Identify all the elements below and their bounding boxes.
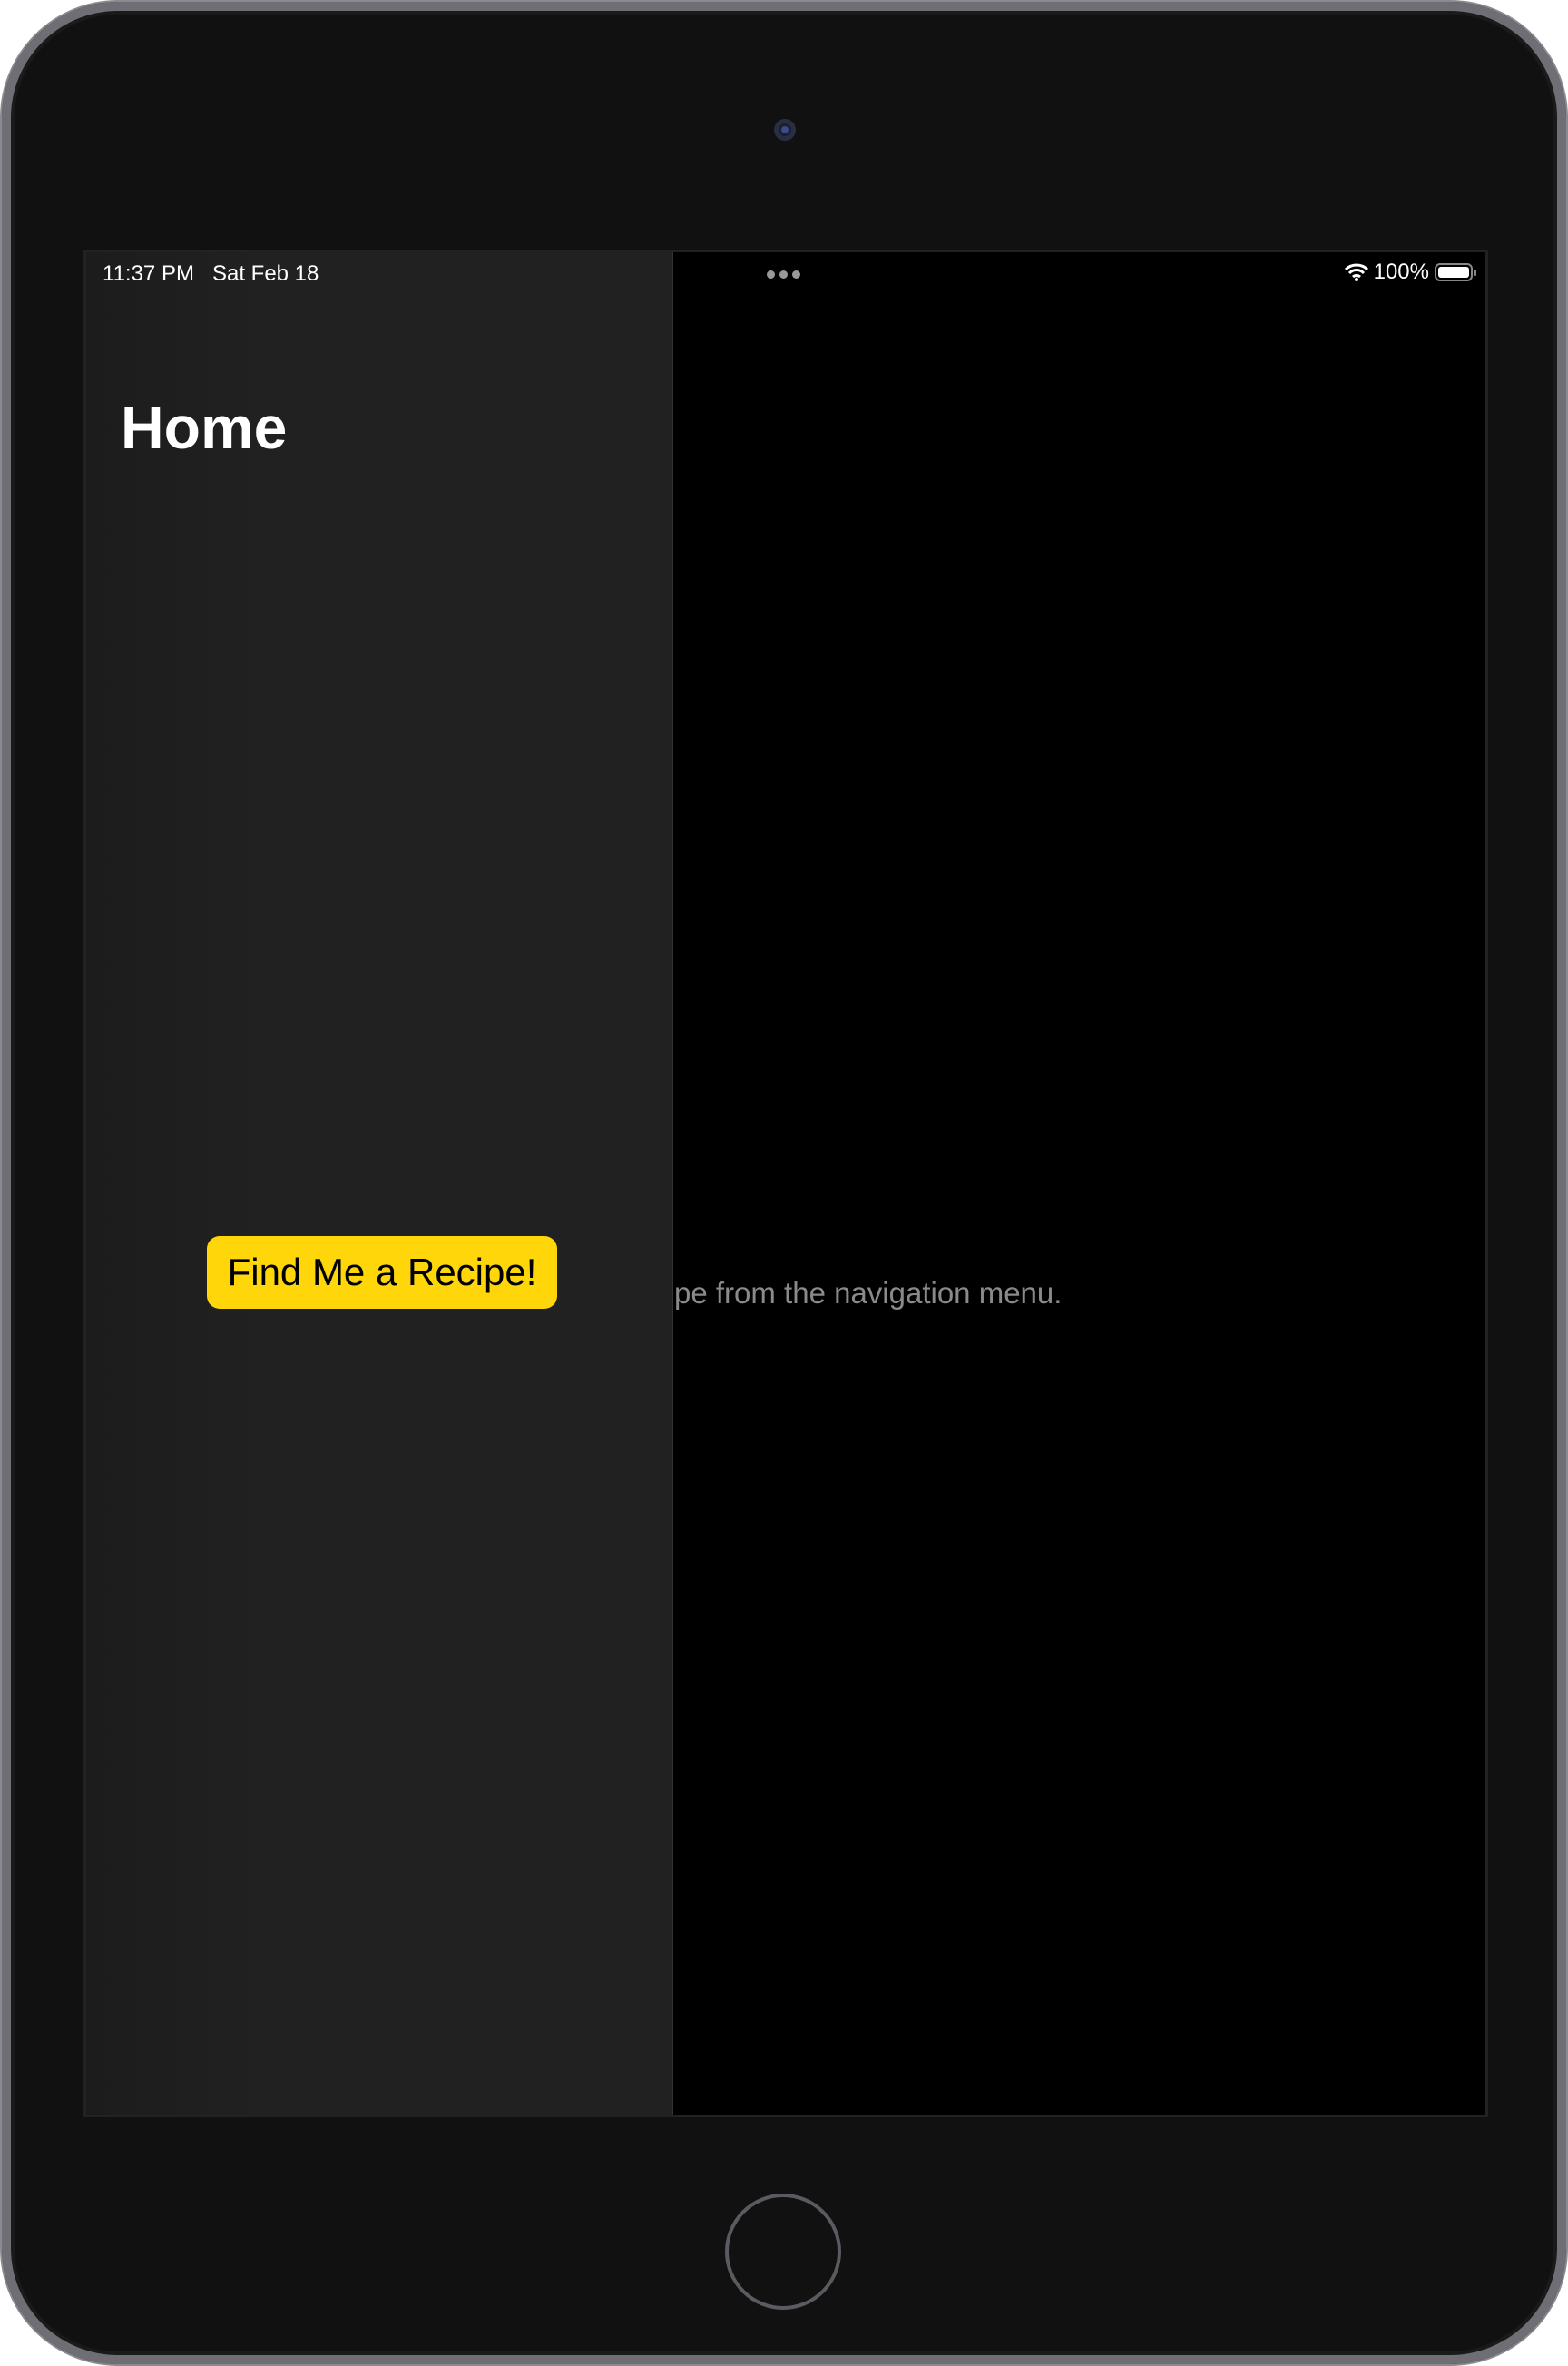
find-recipe-button[interactable]: Find Me a Recipe! bbox=[207, 1236, 557, 1309]
detail-placeholder-text: pe from the navigation menu. bbox=[674, 1276, 1063, 1310]
page-title: Home bbox=[121, 394, 288, 461]
status-time: 11:37 PM Sat Feb 18 bbox=[103, 261, 318, 287]
battery-percent: 100% bbox=[1373, 260, 1429, 284]
time-text: 11:37 PM bbox=[103, 261, 194, 286]
wifi-icon bbox=[1344, 263, 1368, 281]
ipad-frame: Home Find Me a Recipe! pe from the navig… bbox=[0, 0, 1568, 2366]
battery-icon bbox=[1435, 263, 1476, 281]
date-text: Sat Feb 18 bbox=[211, 261, 319, 286]
camera-icon bbox=[774, 119, 796, 141]
status-right: 100% bbox=[1344, 260, 1476, 285]
multitasking-dots-icon[interactable] bbox=[767, 270, 800, 279]
sidebar: Home Find Me a Recipe! bbox=[86, 252, 673, 2115]
screen: Home Find Me a Recipe! pe from the navig… bbox=[83, 250, 1488, 2117]
home-button[interactable] bbox=[725, 2194, 841, 2310]
